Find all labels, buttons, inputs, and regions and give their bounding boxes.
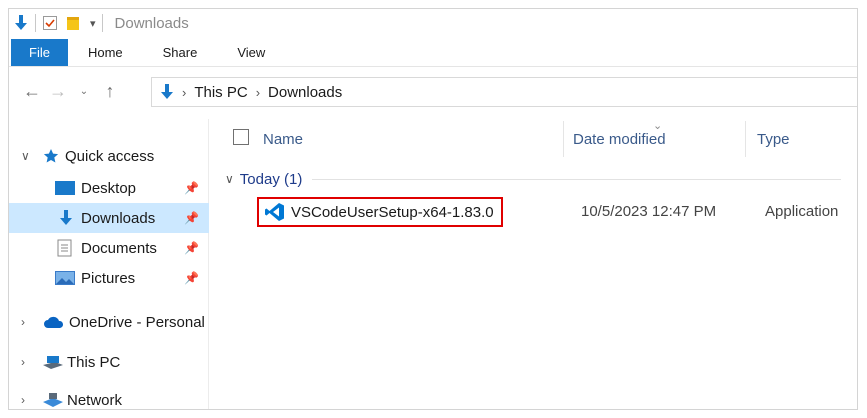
window-title: Downloads	[114, 14, 189, 32]
pin-icon[interactable]: 📌	[184, 241, 199, 255]
sidebar-item-desktop[interactable]: Desktop 📌	[9, 173, 209, 203]
column-divider[interactable]	[745, 121, 746, 157]
back-arrow-icon[interactable]: ←	[19, 78, 45, 104]
sidebar-item-documents[interactable]: Documents 📌	[9, 233, 209, 263]
tab-home[interactable]: Home	[68, 39, 143, 66]
address-row: ← → ⌄ ↑ › This PC › Downloads	[9, 71, 857, 111]
breadcrumb-chevron-icon[interactable]: ›	[256, 85, 260, 100]
sidebar-item-label: Documents	[81, 239, 157, 257]
file-date-modified: 10/5/2023 12:47 PM	[581, 203, 717, 220]
sidebar-item-label: Network	[67, 391, 123, 409]
sidebar-item-label: Quick access	[65, 147, 155, 165]
sidebar-item-label: Desktop	[81, 179, 137, 197]
properties-icon[interactable]	[42, 13, 58, 33]
customize-toolbar-chevron-icon[interactable]: ▾	[90, 17, 96, 30]
vscode-icon	[265, 202, 285, 222]
pin-icon[interactable]: 📌	[184, 211, 199, 225]
navigation-pane: ∨ Quick access Desktop 📌 Downloads 📌 Doc…	[9, 119, 209, 409]
breadcrumb-chevron-icon[interactable]: ›	[182, 85, 186, 100]
pin-icon[interactable]: 📌	[184, 181, 199, 195]
chevron-right-icon[interactable]: ›	[21, 315, 35, 329]
download-arrow-icon	[59, 210, 73, 226]
title-bar: ▾ Downloads	[9, 9, 857, 37]
sidebar-item-quick-access[interactable]: ∨ Quick access	[9, 141, 209, 171]
tab-view[interactable]: View	[217, 39, 285, 66]
pictures-icon	[55, 271, 75, 285]
tab-share[interactable]: Share	[143, 39, 218, 66]
sidebar-item-pictures[interactable]: Pictures 📌	[9, 263, 209, 293]
sidebar-item-label: This PC	[67, 353, 121, 371]
breadcrumb-this-pc[interactable]: This PC	[194, 84, 247, 101]
computer-icon	[43, 355, 63, 369]
chevron-right-icon[interactable]: ›	[21, 393, 35, 407]
divider	[35, 14, 36, 32]
ribbon-tabs: File Home Share View	[9, 39, 857, 67]
download-arrow-icon	[160, 84, 174, 100]
file-row[interactable]: VSCodeUserSetup-x64-1.83.0 10/5/2023 12:…	[225, 197, 857, 227]
chevron-down-icon[interactable]: ∨	[225, 172, 234, 186]
file-name: VSCodeUserSetup-x64-1.83.0	[291, 203, 494, 221]
forward-arrow-icon[interactable]: →	[45, 78, 71, 104]
pin-icon[interactable]: 📌	[184, 271, 199, 285]
desktop-icon	[55, 181, 75, 195]
explorer-window: ▾ Downloads File Home Share View ← → ⌄ ↑…	[8, 8, 858, 410]
sidebar-item-onedrive[interactable]: › OneDrive - Personal	[9, 307, 209, 337]
sidebar-item-label: OneDrive - Personal	[69, 313, 205, 331]
tab-file[interactable]: File	[11, 39, 68, 66]
new-folder-icon[interactable]	[66, 13, 80, 33]
download-arrow-icon[interactable]	[13, 13, 29, 33]
recent-locations-chevron-icon[interactable]: ⌄	[71, 78, 97, 104]
network-icon	[43, 393, 63, 407]
sidebar-item-label: Pictures	[81, 269, 136, 287]
column-header-name[interactable]: Name	[263, 131, 303, 148]
documents-icon	[57, 239, 73, 257]
chevron-right-icon[interactable]: ›	[21, 355, 35, 369]
file-type: Application	[765, 203, 839, 220]
divider	[101, 14, 103, 32]
sidebar-item-network[interactable]: › Network	[9, 385, 209, 409]
column-header-date-modified[interactable]: Date modified	[573, 131, 666, 148]
star-icon	[43, 148, 59, 164]
sidebar-item-label: Downloads	[81, 209, 156, 227]
breadcrumb-downloads[interactable]: Downloads	[268, 84, 342, 101]
file-name-cell[interactable]: VSCodeUserSetup-x64-1.83.0	[257, 197, 503, 227]
sidebar-item-this-pc[interactable]: › This PC	[9, 347, 209, 377]
up-arrow-icon[interactable]: ↑	[97, 78, 123, 104]
address-bar[interactable]: › This PC › Downloads	[151, 77, 857, 107]
column-headers: Name ⌄ Date modified Type	[225, 120, 857, 159]
column-header-type[interactable]: Type	[757, 131, 790, 148]
group-header-today[interactable]: ∨ Today (1)	[225, 167, 849, 191]
group-label: Today (1)	[239, 170, 303, 188]
sidebar-item-downloads[interactable]: Downloads 📌	[9, 203, 209, 233]
select-all-checkbox[interactable]	[233, 129, 249, 145]
cloud-icon	[43, 316, 65, 328]
group-divider	[312, 178, 841, 180]
chevron-down-icon[interactable]: ∨	[21, 149, 35, 163]
column-divider[interactable]	[563, 121, 564, 157]
